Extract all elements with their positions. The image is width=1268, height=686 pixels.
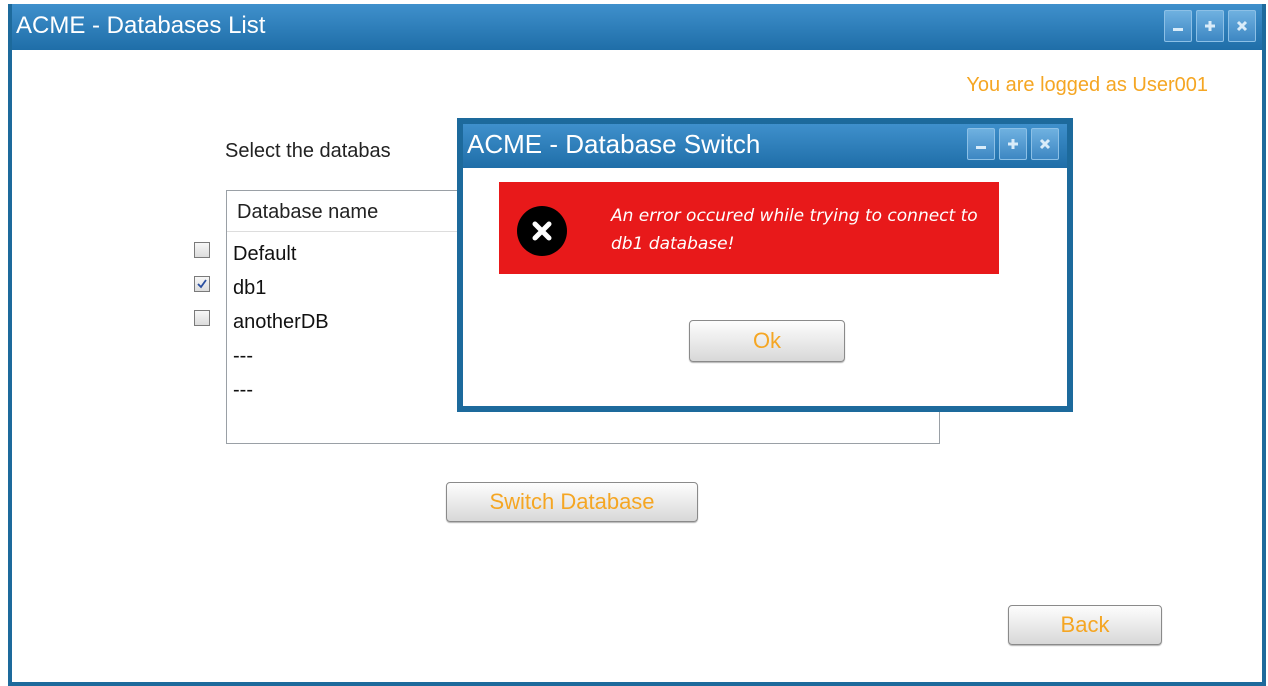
window-title: ACME - Databases List: [16, 12, 266, 39]
back-button[interactable]: Back: [1008, 605, 1162, 645]
error-x-icon: [517, 206, 567, 256]
ok-button[interactable]: Ok: [689, 320, 845, 362]
main-titlebar[interactable]: ACME - Databases List: [12, 4, 1262, 50]
error-message-text: An error occured while trying to connect…: [611, 206, 978, 254]
plus-icon: [1205, 21, 1215, 31]
minimize-button[interactable]: [1164, 10, 1192, 42]
checkbox-default[interactable]: [194, 242, 210, 258]
dialog-minimize-button[interactable]: [967, 128, 995, 160]
dialog-maximize-button[interactable]: [999, 128, 1027, 160]
switch-database-button[interactable]: Switch Database: [446, 482, 698, 522]
checkbox-db1[interactable]: [194, 276, 210, 292]
window-controls: [1164, 10, 1256, 42]
checkbox-anotherdb[interactable]: [194, 310, 210, 326]
dialog-close-button[interactable]: [1031, 128, 1059, 160]
column-header-database-name: Database name: [237, 201, 379, 223]
database-switch-dialog: ACME - Database Switch An error occured …: [457, 118, 1073, 412]
checkbox-column: [194, 242, 210, 344]
close-icon: [1039, 138, 1051, 150]
close-button[interactable]: [1228, 10, 1256, 42]
dialog-titlebar[interactable]: ACME - Database Switch: [463, 124, 1067, 168]
dialog-window-controls: [967, 128, 1059, 160]
error-message-box: An error occured while trying to connect…: [499, 182, 999, 274]
minimize-icon: [1173, 28, 1183, 31]
maximize-button[interactable]: [1196, 10, 1224, 42]
dialog-title: ACME - Database Switch: [467, 129, 761, 159]
minimize-icon: [976, 146, 986, 149]
checkmark-icon: [197, 279, 207, 289]
select-database-label: Select the databas: [225, 140, 391, 162]
logged-user-text: You are logged as User001: [966, 74, 1208, 96]
plus-icon: [1008, 139, 1018, 149]
close-icon: [1236, 20, 1248, 32]
